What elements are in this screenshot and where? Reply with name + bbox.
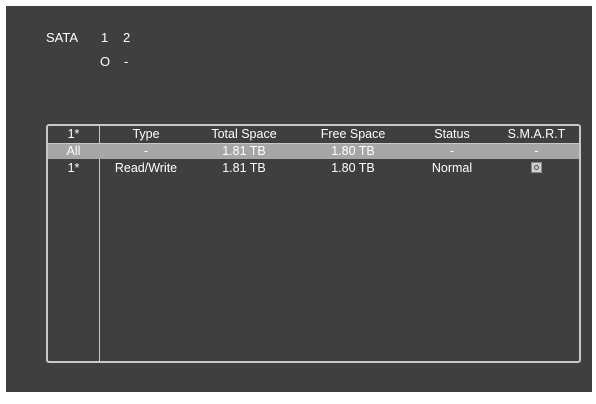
- row-total-space: 1.81 TB: [222, 161, 266, 175]
- header-type: Type: [132, 127, 160, 141]
- header-disk: 1*: [67, 127, 80, 141]
- row-type: -: [143, 144, 149, 158]
- header-total-space: Total Space: [211, 127, 277, 141]
- row-status: Normal: [431, 161, 473, 175]
- sata-label: SATA: [46, 30, 79, 45]
- table-row[interactable]: All - 1.81 TB 1.80 TB - -: [48, 144, 579, 159]
- row-smart: [494, 161, 579, 176]
- row-free-space: 1.80 TB: [331, 144, 375, 158]
- row-smart: -: [534, 144, 539, 158]
- header-status: Status: [434, 127, 470, 141]
- smart-info-icon[interactable]: [531, 162, 542, 174]
- row-type: Read/Write: [114, 161, 178, 175]
- table-row[interactable]: 1* Read/Write 1.81 TB 1.80 TB Normal: [48, 161, 579, 176]
- row-disk: 1*: [67, 161, 80, 175]
- hdd-table: 1* Type Total Space Free Space Status S.…: [46, 124, 581, 363]
- sata-port-1-status: O: [100, 54, 111, 69]
- header-smart: S.M.A.R.T: [507, 127, 566, 141]
- table-header: 1* Type Total Space Free Space Status S.…: [48, 126, 579, 143]
- sata-port-2[interactable]: 2: [123, 30, 137, 45]
- sata-port-1[interactable]: 1: [101, 30, 115, 45]
- row-status: -: [449, 144, 455, 158]
- header-free-space: Free Space: [320, 127, 386, 141]
- sata-port-2-status: -: [124, 54, 129, 69]
- row-free-space: 1.80 TB: [331, 161, 375, 175]
- row-disk: All: [66, 144, 81, 158]
- row-total-space: 1.81 TB: [222, 144, 266, 158]
- hdd-manager-screen: SATA 1 2 O - 1* Type Total Space Free Sp…: [6, 6, 592, 392]
